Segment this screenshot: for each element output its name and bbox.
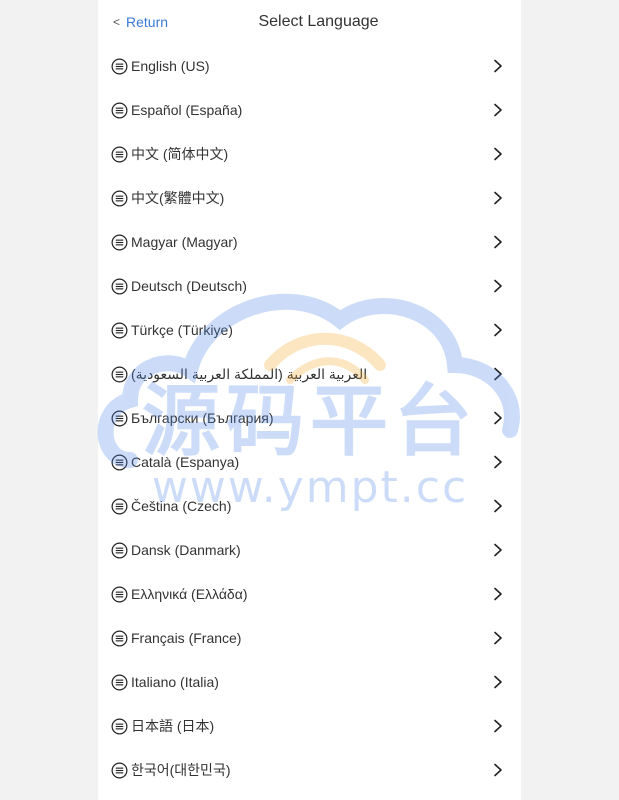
- chevron-right-icon: [494, 631, 502, 645]
- language-label: Français (France): [131, 630, 242, 646]
- chevron-right-icon: [494, 455, 502, 469]
- header: < Return Select Language: [98, 0, 521, 44]
- list-icon: [111, 762, 128, 778]
- chevron-right-icon: [494, 235, 502, 249]
- language-label: Ελληνικά (Ελλάδα): [131, 586, 248, 602]
- chevron-right-icon: [494, 719, 502, 733]
- language-label: Español (España): [131, 102, 243, 118]
- language-label: العربية العربية (المملكة العربية السعودي…: [131, 365, 368, 382]
- list-icon: [111, 146, 128, 162]
- chevron-right-icon: [494, 587, 502, 601]
- language-item[interactable]: English (US): [98, 44, 521, 88]
- list-icon: [111, 454, 128, 470]
- language-item[interactable]: Magyar (Magyar): [98, 220, 521, 264]
- chevron-right-icon: [494, 59, 502, 73]
- list-icon: [111, 630, 128, 646]
- chevron-right-icon: [494, 147, 502, 161]
- list-icon: [111, 234, 128, 250]
- chevron-right-icon: [494, 675, 502, 689]
- language-item[interactable]: 日本語 (日本): [98, 704, 521, 748]
- language-item[interactable]: Català (Espanya): [98, 440, 521, 484]
- list-icon: [111, 322, 128, 338]
- language-item[interactable]: 한국어(대한민국): [98, 748, 521, 792]
- chevron-right-icon: [494, 367, 502, 381]
- language-label: 한국어(대한민국): [131, 762, 231, 778]
- language-label: Türkçe (Türkiye): [131, 322, 233, 338]
- chevron-right-icon: [494, 499, 502, 513]
- list-icon: [111, 718, 128, 734]
- chevron-right-icon: [494, 543, 502, 557]
- language-label: Italiano (Italia): [131, 674, 219, 690]
- language-label: Deutsch (Deutsch): [131, 278, 247, 294]
- language-item[interactable]: Türkçe (Türkiye): [98, 308, 521, 352]
- list-icon: [111, 366, 128, 382]
- chevron-right-icon: [494, 323, 502, 337]
- page-title: Select Language: [258, 13, 379, 30]
- language-item[interactable]: 中文(繁體中文): [98, 176, 521, 220]
- list-icon: [111, 586, 128, 602]
- language-label: Català (Espanya): [131, 454, 240, 470]
- language-label: Български (България): [131, 410, 274, 426]
- chevron-right-icon: [494, 279, 502, 293]
- language-item[interactable]: Dansk (Danmark): [98, 528, 521, 572]
- language-panel: < Return Select Language English (US) Esp…: [98, 0, 521, 800]
- chevron-right-icon: [494, 103, 502, 117]
- language-label: Dansk (Danmark): [131, 542, 241, 558]
- chevron-right-icon: [494, 763, 502, 777]
- language-item[interactable]: Italiano (Italia): [98, 660, 521, 704]
- list-icon: [111, 190, 128, 206]
- list-icon: [111, 102, 128, 118]
- language-label: 中文 (简体中文): [131, 146, 229, 162]
- list-icon: [111, 278, 128, 294]
- language-list: English (US) Español (España) 中文 (简体中文) 中文(…: [98, 44, 521, 792]
- language-label: Magyar (Magyar): [131, 234, 238, 250]
- language-item[interactable]: Español (España): [98, 88, 521, 132]
- list-icon: [111, 674, 128, 690]
- language-label: Čeština (Czech): [131, 498, 232, 514]
- language-label: English (US): [131, 58, 210, 74]
- language-item[interactable]: Ελληνικά (Ελλάδα): [98, 572, 521, 616]
- list-icon: [111, 498, 128, 514]
- language-item[interactable]: Français (France): [98, 616, 521, 660]
- language-item[interactable]: 中文 (简体中文): [98, 132, 521, 176]
- list-icon: [111, 542, 128, 558]
- language-label: 日本語 (日本): [131, 718, 215, 734]
- language-item[interactable]: العربية العربية (المملكة العربية السعودي…: [98, 352, 521, 396]
- list-icon: [111, 58, 128, 74]
- list-icon: [111, 410, 128, 426]
- language-item[interactable]: Čeština (Czech): [98, 484, 521, 528]
- language-item[interactable]: Deutsch (Deutsch): [98, 264, 521, 308]
- language-label: 中文(繁體中文): [131, 190, 225, 206]
- language-item[interactable]: Български (България): [98, 396, 521, 440]
- chevron-right-icon: [494, 191, 502, 205]
- chevron-right-icon: [494, 411, 502, 425]
